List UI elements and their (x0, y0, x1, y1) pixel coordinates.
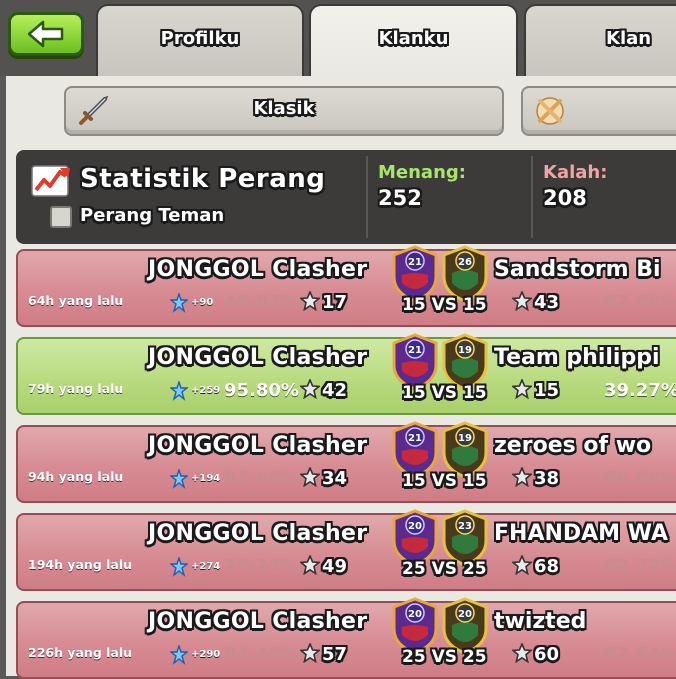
opponent-clan-level: 20 (458, 609, 472, 620)
star-icon (300, 291, 320, 311)
divider (366, 156, 368, 238)
own-stars: 42 (322, 380, 348, 401)
tab-profilku-label: Profilku (160, 28, 240, 49)
opponent-clan-name: Team philippi (494, 345, 660, 370)
opponent-destruction-percent: 39.27% (604, 380, 676, 401)
opponent-clan-level: 19 (458, 433, 472, 444)
back-arrow-icon (27, 20, 64, 48)
opponent-destruction-percent: 89.80% (604, 468, 676, 489)
own-clan-level: 20 (408, 521, 422, 532)
war-time-ago: 64h yang lalu (28, 293, 124, 308)
won-value: 252 (378, 186, 422, 210)
star-icon (300, 643, 320, 663)
opponent-stars: 43 (534, 292, 560, 313)
opponent-destruction-percent: 97.00% (604, 292, 676, 313)
own-stars: 49 (322, 556, 348, 577)
opponent-stars: 60 (534, 644, 560, 665)
war-log-row[interactable]: 64h yang lalu JONGGOL Clasher +90 46.07%… (16, 245, 676, 327)
classic-war-button[interactable]: Klasik (64, 86, 504, 136)
war-size: 25 VS 25 (402, 559, 487, 579)
opponent-stars: 15 (534, 380, 560, 401)
star-icon (512, 467, 532, 487)
xp-gain: +194 (191, 473, 221, 484)
opponent-clan-name: Sandstorm Bi (494, 257, 661, 282)
top-bar: Profilku Klanku Klan (0, 0, 676, 78)
opponent-destruction-percent: 92.72% (604, 556, 676, 577)
war-log-row[interactable]: 226h yang lalu JONGGOL Clasher +290 84.4… (16, 597, 676, 679)
own-clan-level: 21 (408, 257, 422, 268)
friendly-war-checkbox[interactable] (50, 206, 72, 228)
opponent-stars: 68 (534, 556, 560, 577)
war-size: 15 VS 15 (402, 383, 487, 403)
star-icon (512, 291, 532, 311)
war-stats-title: Statistik Perang (80, 164, 326, 194)
opponent-clan-level: 26 (458, 257, 472, 268)
chart-icon (31, 165, 70, 197)
divider (531, 156, 533, 238)
league-war-button[interactable] (521, 86, 676, 136)
own-stars: 34 (322, 468, 348, 489)
xp-star-icon (170, 469, 188, 489)
xp-star-icon (170, 557, 188, 577)
xp-gain: +90 (191, 297, 214, 308)
xp-star-icon (170, 381, 188, 401)
opponent-clan-level: 23 (458, 521, 472, 532)
own-clan-name: JONGGOL Clasher (148, 521, 368, 546)
own-stars: 17 (322, 292, 348, 313)
opponent-clan-level: 19 (458, 345, 472, 356)
own-clan-level: 21 (408, 433, 422, 444)
own-stars: 57 (322, 644, 348, 665)
star-icon (300, 467, 320, 487)
star-icon (512, 643, 532, 663)
opponent-destruction-percent: 87.64% (604, 644, 676, 665)
lost-value: 208 (543, 186, 587, 210)
xp-gain: +274 (191, 561, 221, 572)
own-clan-level: 20 (408, 609, 422, 620)
war-log-row[interactable]: 94h yang lalu JONGGOL Clasher +194 82.60… (16, 421, 676, 503)
tab-klanku[interactable]: Klanku (309, 4, 518, 78)
xp-star-icon (170, 293, 188, 313)
tab-profilku[interactable]: Profilku (96, 4, 304, 76)
own-destruction-percent: 82.60% (224, 468, 299, 489)
own-destruction-percent: 95.80% (224, 380, 299, 401)
own-destruction-percent: 84.48% (224, 644, 299, 665)
own-destruction-percent: 70.32% (224, 556, 299, 577)
own-clan-name: JONGGOL Clasher (148, 609, 368, 634)
war-time-ago: 79h yang lalu (28, 381, 124, 396)
war-size: 25 VS 25 (402, 647, 487, 667)
star-icon (512, 555, 532, 575)
tab-klanku-label: Klanku (378, 28, 449, 49)
own-clan-level: 21 (408, 345, 422, 356)
tab-klan-label: Klan (606, 28, 652, 49)
star-icon (512, 379, 532, 399)
friendly-war-label: Perang Teman (80, 205, 225, 226)
crossed-swords-icon (536, 97, 564, 125)
war-stats-header: Statistik Perang Perang Teman Menang: 25… (16, 150, 676, 244)
opponent-clan-name: twizted (494, 609, 587, 634)
war-time-ago: 194h yang lalu (28, 557, 133, 572)
opponent-stars: 38 (534, 468, 560, 489)
war-size: 15 VS 15 (402, 295, 487, 315)
won-label: Menang: (378, 162, 466, 183)
war-size: 15 VS 15 (402, 471, 487, 491)
war-log-row[interactable]: 79h yang lalu JONGGOL Clasher +259 95.80… (16, 333, 676, 415)
war-time-ago: 226h yang lalu (28, 645, 133, 660)
tab-klan[interactable]: Klan (524, 4, 676, 76)
opponent-clan-name: zeroes of wo (494, 433, 652, 458)
war-log-row[interactable]: 194h yang lalu JONGGOL Clasher +274 70.3… (16, 509, 676, 591)
war-type-label: Klasik (253, 98, 315, 119)
xp-gain: +259 (191, 385, 221, 396)
opponent-clan-name: FHANDAM WA (494, 521, 669, 546)
xp-star-icon (170, 645, 188, 665)
own-clan-name: JONGGOL Clasher (148, 257, 368, 282)
own-destruction-percent: 46.07% (224, 292, 299, 313)
own-clan-name: JONGGOL Clasher (148, 345, 368, 370)
lost-label: Kalah: (543, 162, 608, 183)
star-icon (300, 555, 320, 575)
star-icon (300, 379, 320, 399)
xp-gain: +290 (191, 649, 221, 660)
war-time-ago: 94h yang lalu (28, 469, 124, 484)
own-clan-name: JONGGOL Clasher (148, 433, 368, 458)
back-button[interactable] (8, 12, 84, 56)
